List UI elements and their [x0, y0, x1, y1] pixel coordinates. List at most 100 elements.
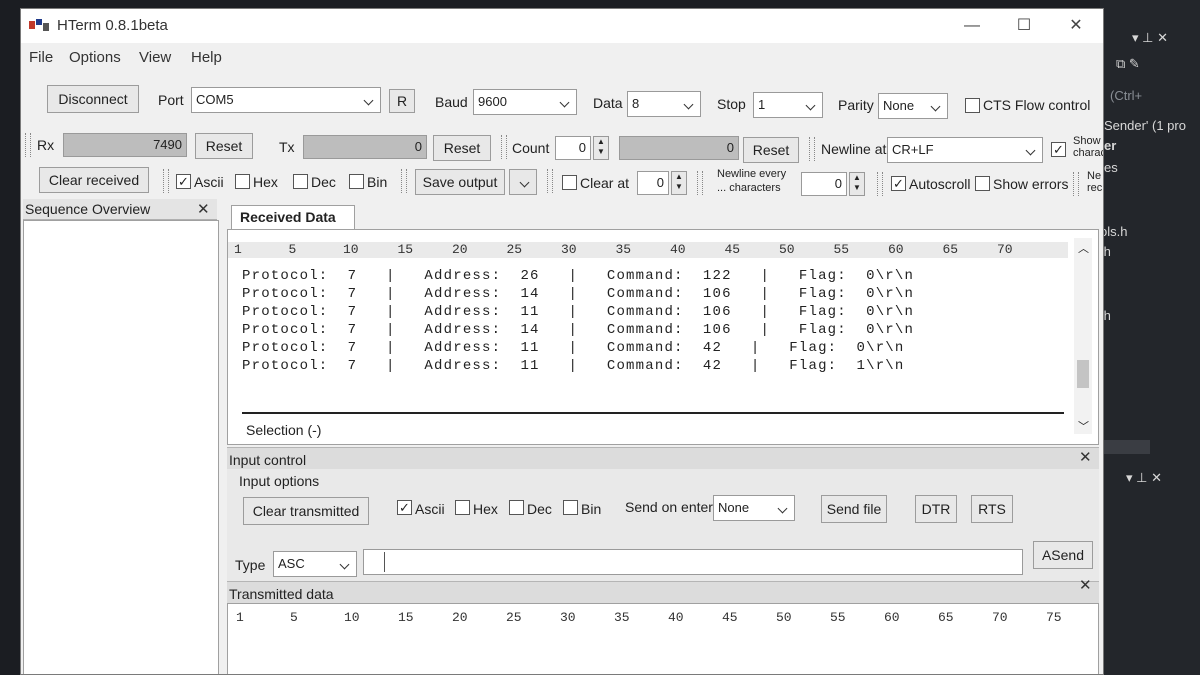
pin-icon-2[interactable]: ▾ ⊥ ✕	[1126, 470, 1162, 486]
ruler-tick-label: 15	[397, 242, 414, 257]
clear-at-checkbox[interactable]	[562, 175, 577, 190]
tx-reset-button[interactable]: Reset	[433, 135, 491, 161]
ide-file-item[interactable]: ols.h	[1100, 224, 1127, 239]
tx-hex-checkbox[interactable]	[455, 500, 470, 515]
baud-select[interactable]: 9600	[473, 89, 577, 115]
close-icon[interactable]: ✕	[1079, 576, 1092, 594]
ide-search-shortcut: (Ctrl+	[1110, 88, 1143, 103]
tab-received-data[interactable]: Received Data	[231, 205, 355, 229]
tool-icons[interactable]: ⧉ ✎	[1116, 56, 1140, 72]
rts-button[interactable]: RTS	[971, 495, 1013, 523]
asend-button[interactable]: ASend	[1033, 541, 1093, 569]
menu-options[interactable]: Options	[69, 49, 121, 66]
count-label: Count	[512, 140, 550, 156]
transmit-input[interactable]	[363, 549, 1023, 575]
scroll-up-icon[interactable]: ︿	[1078, 240, 1089, 256]
newline-at-select[interactable]: CR+LF	[887, 137, 1043, 163]
sequence-overview-list[interactable]	[23, 220, 219, 674]
port-label: Port	[158, 92, 184, 108]
menu-file[interactable]: File	[29, 49, 53, 66]
rx-hex-checkbox[interactable]	[235, 174, 250, 189]
stop-bits-value: 1	[758, 97, 766, 112]
tx-ascii-checkbox[interactable]: ✓	[397, 500, 412, 515]
toolbar-grip[interactable]	[401, 169, 407, 193]
toolbar-grip[interactable]	[1073, 172, 1079, 196]
ruler-tick-label: 30	[560, 610, 576, 625]
toolbar-grip[interactable]	[809, 137, 815, 161]
newline-every-label: Newline every	[717, 168, 787, 180]
ruler-tick-label: 55	[833, 242, 850, 257]
close-icon[interactable]: ✕	[1079, 448, 1092, 466]
port-select[interactable]: COM5	[191, 87, 381, 113]
clear-received-button[interactable]: Clear received	[39, 167, 149, 193]
port-value: COM5	[196, 92, 234, 107]
scroll-thumb[interactable]	[1077, 360, 1089, 388]
show-characters-checkbox[interactable]: ✓	[1051, 142, 1066, 157]
baud-label: Baud	[435, 94, 468, 110]
selection-divider	[242, 412, 1064, 414]
tx-bin-checkbox[interactable]	[563, 500, 578, 515]
ruler-tick-label: 40	[668, 610, 684, 625]
maximize-button[interactable]: ☐	[1009, 15, 1039, 37]
dtr-button[interactable]: DTR	[915, 495, 957, 523]
send-file-button[interactable]: Send file	[821, 495, 887, 523]
cts-flow-checkbox[interactable]	[965, 98, 980, 113]
close-window-button[interactable]: ✕	[1061, 15, 1091, 37]
received-line: Protocol: 7 | Address: 14 | Command: 106…	[242, 322, 915, 338]
newline-every-label-2: ... characters	[717, 182, 781, 194]
disconnect-button[interactable]: Disconnect	[47, 85, 139, 113]
save-output-dropdown[interactable]	[509, 169, 537, 195]
received-scrollbar[interactable]: ︿ ﹀	[1074, 238, 1092, 434]
show-errors-checkbox[interactable]	[975, 176, 990, 191]
refresh-ports-button[interactable]: R	[389, 89, 415, 113]
toolbar-grip[interactable]	[697, 171, 703, 195]
scroll-down-icon[interactable]: ﹀	[1078, 418, 1089, 434]
newline-every-spinner[interactable]: ▲ ▼	[849, 172, 865, 196]
toolbar-grip[interactable]	[877, 172, 883, 196]
toolbar-grip[interactable]	[25, 133, 31, 157]
stop-bits-select[interactable]: 1	[753, 92, 823, 118]
ruler-tick-label: 50	[779, 242, 795, 257]
received-data-panel[interactable]: 1 5 10 15 20 25 30 35 40 45 50 55 60 65 70 Protocol: 7…	[227, 229, 1099, 445]
save-output-button[interactable]: Save output	[415, 169, 505, 195]
count-input[interactable]: 0	[555, 136, 591, 160]
rx-bin-checkbox[interactable]	[349, 174, 364, 189]
menu-view[interactable]: View	[139, 49, 171, 66]
tx-ascii-label: Ascii	[415, 501, 445, 517]
ruler-tick-label: 10	[344, 610, 360, 625]
clear-at-input[interactable]: 0	[637, 171, 669, 195]
transmitted-data-panel[interactable]: 1 5 10 15 20 25 30 35 40 45 50 55 60 65 70 75	[227, 603, 1099, 674]
newline-every-input[interactable]: 0	[801, 172, 847, 196]
ruler-tick-label: 20	[452, 242, 468, 257]
count-spinner[interactable]: ▲ ▼	[593, 136, 609, 160]
received-line: Protocol: 7 | Address: 11 | Command: 42 …	[242, 340, 905, 356]
type-select[interactable]: ASC	[273, 551, 357, 577]
toolbar-grip[interactable]	[163, 169, 169, 193]
newline-at-value: CR+LF	[892, 142, 934, 157]
minimize-button[interactable]: —	[957, 15, 987, 37]
autoscroll-checkbox[interactable]: ✓	[891, 176, 906, 191]
received-column-ruler: 1 5 10 15 20 25 30 35 40 45 50 55 60 65 70	[228, 242, 1068, 258]
clear-at-spinner[interactable]: ▲ ▼	[671, 171, 687, 195]
data-bits-select[interactable]: 8	[627, 91, 701, 117]
tx-label: Tx	[279, 139, 295, 155]
menu-help[interactable]: Help	[191, 49, 222, 66]
close-icon[interactable]: ✕	[197, 200, 210, 218]
rx-dec-checkbox[interactable]	[293, 174, 308, 189]
toolbar-grip[interactable]	[547, 169, 553, 193]
hterm-window: HTerm 0.8.1beta — ☐ ✕ File Options View …	[20, 8, 1104, 675]
toolbar-grip[interactable]	[501, 135, 507, 159]
tx-dec-checkbox[interactable]	[509, 500, 524, 515]
received-line: Protocol: 7 | Address: 11 | Command: 42 …	[242, 358, 905, 374]
ruler-tick-label: 45	[722, 610, 738, 625]
send-on-enter-label: Send on enter	[625, 499, 713, 515]
ruler-tick-label: 45	[724, 242, 741, 257]
parity-select[interactable]: None	[878, 93, 948, 119]
send-on-enter-select[interactable]: None	[713, 495, 795, 521]
pin-icon[interactable]: ▾ ⊥ ✕	[1132, 30, 1168, 46]
rx-reset-button[interactable]: Reset	[195, 133, 253, 159]
received-line: Protocol: 7 | Address: 14 | Command: 106…	[242, 286, 915, 302]
clear-transmitted-button[interactable]: Clear transmitted	[243, 497, 369, 525]
rx-ascii-checkbox[interactable]: ✓	[176, 174, 191, 189]
count-reset-button[interactable]: Reset	[743, 137, 799, 163]
